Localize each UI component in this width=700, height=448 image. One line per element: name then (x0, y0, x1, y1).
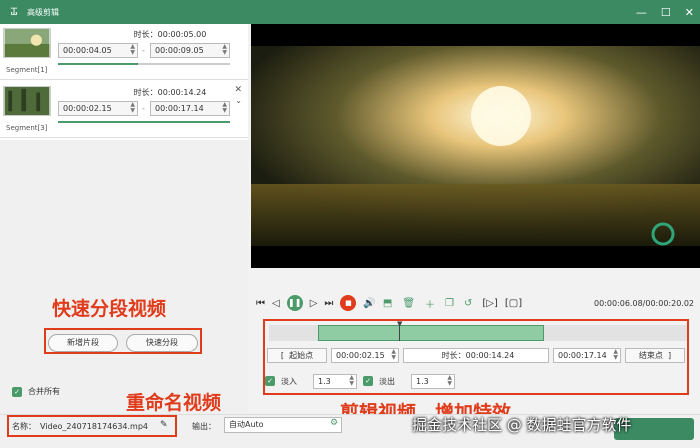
segment-end-field[interactable]: 00:00:17.14 ▲ ▼ (150, 101, 230, 116)
annotation-rename: 重命名视频 (126, 392, 222, 414)
fade-controls: ✓ 淡入 1.3 ▲ ▼ ✓ 淡出 1.3 ▲ ▼ (263, 374, 689, 390)
chevron-down-icon[interactable]: ⌄ (235, 96, 242, 105)
spinner-icon[interactable]: ▲ ▼ (447, 375, 452, 387)
spinner-icon[interactable]: ▲ ▼ (130, 102, 135, 114)
trim-selection[interactable] (318, 325, 544, 341)
segment-progress-fill (58, 121, 230, 123)
minimize-icon[interactable]: — (636, 6, 647, 19)
segment-thumbnail (3, 86, 51, 116)
duration-field: 时长：00:00:14.24 (403, 348, 549, 363)
window-title: 高级剪辑 (27, 7, 59, 17)
maximize-icon[interactable]: ☐ (661, 6, 671, 19)
start-time-field[interactable]: 00:00:02.15 ▲ ▼ (331, 348, 399, 363)
checkbox-checked-icon[interactable]: ✓ (12, 386, 22, 397)
range-dash: - (142, 46, 145, 55)
spinner-icon[interactable]: ▲ ▼ (613, 349, 618, 361)
spinner-icon[interactable]: ▲ ▼ (130, 44, 135, 56)
add-icon[interactable]: ＋ (425, 296, 435, 311)
app-logo-icon: ꯊ (10, 5, 18, 18)
segment-list: Segment[1] 时长：00:00:05.00 00:00:04.05 ▲ ▼… (0, 24, 248, 140)
spinner-icon[interactable]: ▲ ▼ (349, 375, 354, 387)
fade-in-checkbox[interactable]: ✓ (265, 376, 275, 386)
pencil-icon[interactable]: ✎ (160, 420, 168, 430)
output-label: 输出： (192, 422, 216, 431)
spinner-icon[interactable]: ▲ ▼ (391, 349, 396, 361)
volume-icon[interactable]: 🔊 (363, 298, 375, 309)
segment-duration: 时长：00:00:14.24 (133, 88, 207, 97)
segment-item[interactable]: Segment[3] 时长：00:00:14.24 00:00:02.15 ▲ ▼… (0, 82, 248, 138)
skip-to-end-icon[interactable]: ⏭ (324, 298, 333, 309)
gear-icon[interactable]: ⚙ (330, 418, 338, 428)
video-preview[interactable] (251, 24, 700, 268)
fade-out-field[interactable]: 1.3 ▲ ▼ (411, 374, 455, 389)
set-end-button[interactable]: 结束点 ] (625, 348, 685, 363)
trim-fields: [ 起始点 00:00:02.15 ▲ ▼ 时长：00:00:14.24 00:0… (263, 348, 689, 364)
spinner-icon[interactable]: ▲ ▼ (222, 44, 227, 56)
mark-out-icon[interactable]: [▢] (505, 298, 522, 309)
name-label: 名称： (12, 422, 36, 431)
set-start-button[interactable]: [ 起始点 (267, 348, 327, 363)
segment-start-field[interactable]: 00:00:04.05 ▲ ▼ (58, 43, 138, 58)
delete-icon[interactable]: 🗑 (402, 298, 415, 309)
segment-start-field[interactable]: 00:00:02.15 ▲ ▼ (58, 101, 138, 116)
merge-all-option[interactable]: ✓ 合并所有 (12, 386, 60, 397)
pause-button[interactable]: ❚❚ (286, 295, 303, 311)
playhead-marker-icon[interactable]: ▼ (397, 320, 402, 328)
segment-end-field[interactable]: 00:00:09.05 ▲ ▼ (150, 43, 230, 58)
split-icon[interactable]: ⬒ (383, 298, 392, 309)
watermark: 掘金技术社区 @ 数据蛙官方软件 (412, 416, 632, 434)
stop-button[interactable]: ■ (340, 295, 357, 311)
trim-timeline[interactable]: ▼ (269, 320, 687, 341)
close-icon[interactable]: ✕ (685, 6, 694, 19)
filename-field[interactable]: Video_240718174634.mp4 (40, 419, 174, 434)
step-back-icon[interactable]: ◁ (272, 298, 280, 309)
mark-in-icon[interactable]: [▷] (482, 298, 498, 309)
reset-icon[interactable]: ↺ (464, 298, 472, 309)
step-forward-icon[interactable]: ▷ (310, 298, 318, 309)
playback-time: 00:00:06.08/00:00:20.02 (594, 298, 694, 308)
fade-out-checkbox[interactable]: ✓ (363, 376, 373, 386)
segment-item[interactable]: Segment[1] 时长：00:00:05.00 00:00:04.05 ▲ ▼… (0, 24, 248, 80)
segment-progress-fill (58, 63, 138, 65)
segment-duration: 时长：00:00:05.00 (133, 30, 207, 39)
quick-segment-button[interactable]: 快速分段 (126, 334, 198, 352)
range-dash: - (142, 104, 145, 113)
spinner-icon[interactable]: ▲ ▼ (222, 102, 227, 114)
end-time-field[interactable]: 00:00:17.14 ▲ ▼ (553, 348, 621, 363)
delete-segment-icon[interactable]: ✕ (234, 85, 242, 95)
copy-icon[interactable]: ❐ (445, 298, 454, 309)
player-controls: ⏮ ◁ ❚❚ ▷ ⏭ ■ 🔊 ⬒ 🗑 ＋ ❐ ↺ [▷] [▢] 00:00:0… (256, 294, 696, 312)
segment-name: Segment[3] (6, 124, 48, 132)
segment-name: Segment[1] (6, 66, 48, 74)
fade-in-field[interactable]: 1.3 ▲ ▼ (313, 374, 357, 389)
segment-thumbnail (3, 28, 51, 58)
output-select[interactable]: 自动Auto (224, 417, 342, 433)
merge-all-label: 合并所有 (28, 387, 60, 396)
fade-in-label: 淡入 (281, 377, 297, 386)
annotation-quick-split: 快速分段视频 (52, 298, 167, 320)
add-segment-button[interactable]: 新增片段 (48, 334, 118, 352)
skip-to-start-icon[interactable]: ⏮ (256, 298, 265, 309)
fade-out-label: 淡出 (379, 377, 395, 386)
title-bar: ꯊ 高级剪辑 — ☐ ✕ (0, 0, 700, 24)
segment-panel: Segment[1] 时长：00:00:05.00 00:00:04.05 ▲ ▼… (0, 24, 248, 424)
